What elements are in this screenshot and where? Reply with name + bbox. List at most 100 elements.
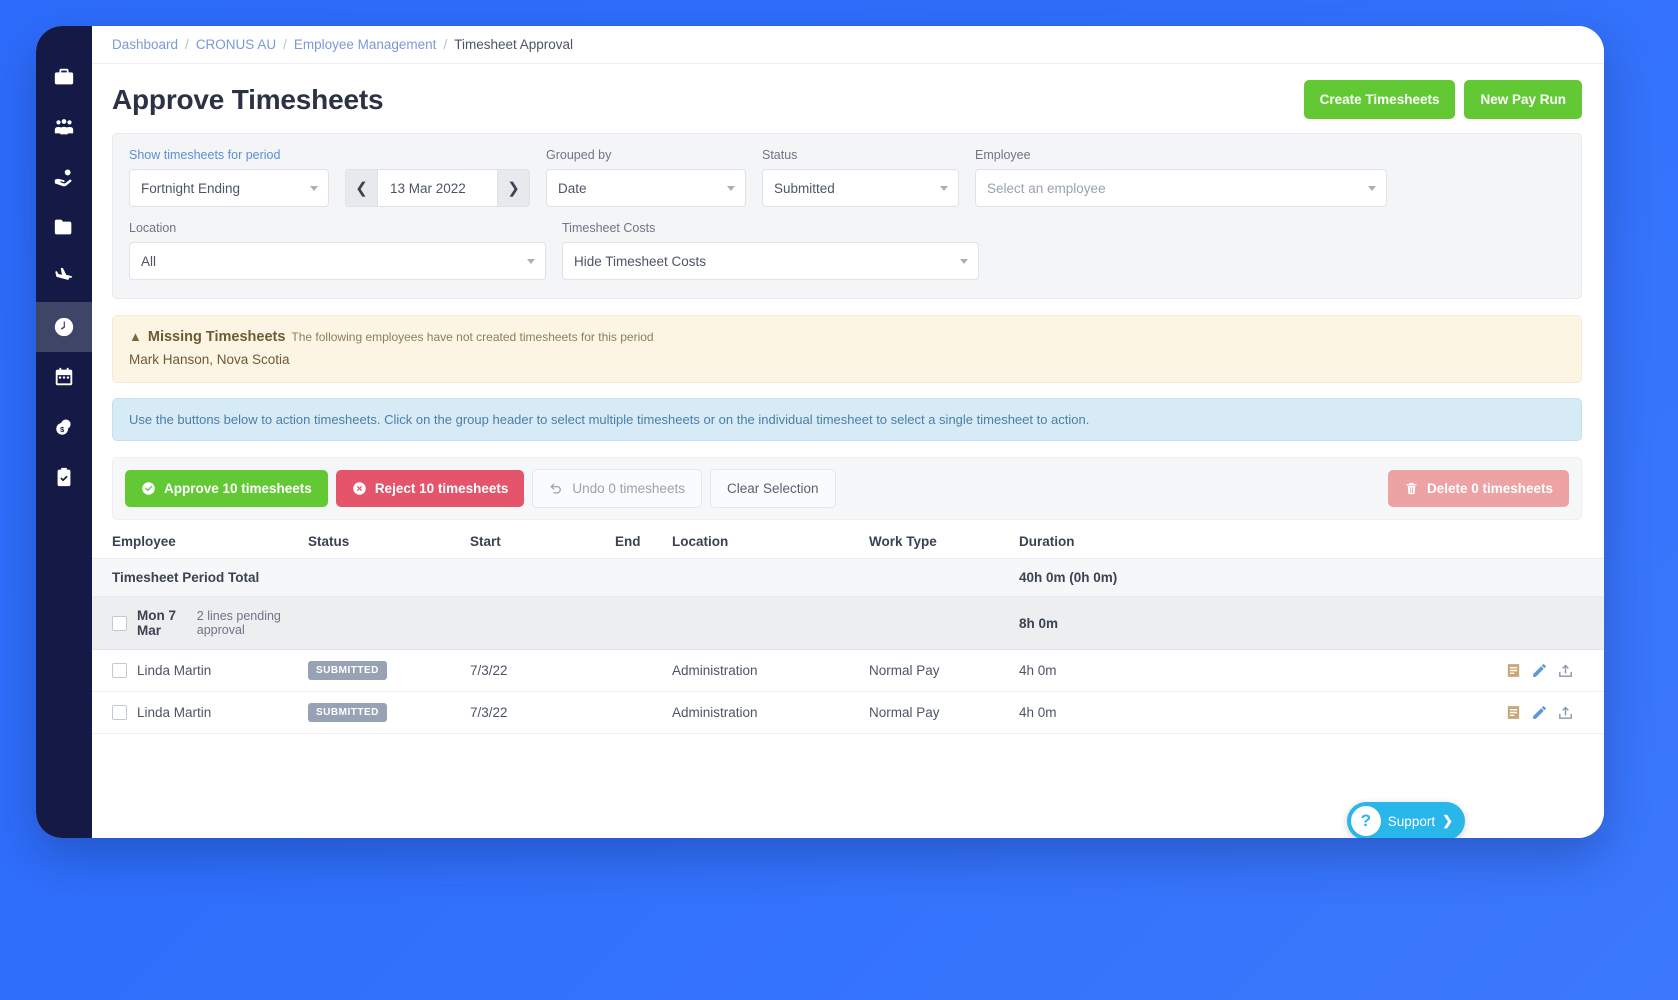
breadcrumb-item-current: Timesheet Approval: [454, 37, 573, 52]
status-badge: SUBMITTED: [308, 703, 387, 722]
row-work-type: Normal Pay: [869, 663, 1019, 678]
column-header-location: Location: [672, 534, 869, 549]
delete-timesheets-button[interactable]: Delete 0 timesheets: [1388, 470, 1569, 507]
filter-panel: Show timesheets for period Fortnight End…: [112, 133, 1582, 299]
column-header-end: End: [615, 534, 672, 549]
chevron-down-icon: [1368, 186, 1376, 191]
note-icon[interactable]: [1505, 662, 1522, 679]
employee-select[interactable]: Select an employee: [975, 169, 1387, 207]
dollar-coin-icon: $: [53, 416, 75, 438]
row-select-checkbox[interactable]: [112, 663, 127, 678]
sidebar-item-payroll[interactable]: $: [36, 402, 92, 452]
bulk-action-bar: Approve 10 timesheets Reject 10 timeshee…: [112, 457, 1582, 520]
row-employee-name: Linda Martin: [137, 663, 211, 678]
undo-timesheets-button[interactable]: Undo 0 timesheets: [532, 469, 702, 508]
svg-text:$: $: [60, 425, 64, 434]
location-filter-group: Location All: [129, 221, 546, 280]
info-banner: Use the buttons below to action timeshee…: [112, 398, 1582, 441]
row-work-type: Normal Pay: [869, 705, 1019, 720]
new-pay-run-button[interactable]: New Pay Run: [1464, 80, 1582, 119]
costs-select[interactable]: Hide Timesheet Costs: [562, 242, 979, 280]
page-title: Approve Timesheets: [112, 84, 383, 116]
clear-selection-button[interactable]: Clear Selection: [710, 469, 836, 508]
next-period-button[interactable]: ❯: [498, 169, 530, 207]
alert-title-row: ▲ Missing Timesheets The following emplo…: [129, 329, 1565, 345]
grouped-by-filter-group: Grouped by Date: [546, 148, 746, 207]
note-icon[interactable]: [1505, 704, 1522, 721]
chevron-down-icon: [960, 259, 968, 264]
date-navigator: ❮ 13 Mar 2022 ❯: [345, 169, 530, 207]
location-value: All: [141, 254, 156, 269]
timesheet-period-total-row: Timesheet Period Total 40h 0m (0h 0m): [92, 559, 1604, 597]
sidebar-item-tasks[interactable]: [36, 452, 92, 502]
group-duration: 8h 0m: [1019, 616, 1209, 631]
sidebar-item-timesheets[interactable]: [36, 302, 92, 352]
date-nav-group: ❮ 13 Mar 2022 ❯: [345, 148, 530, 207]
edit-pencil-icon[interactable]: [1531, 704, 1548, 721]
clipboard-check-icon: [53, 466, 75, 488]
grouped-by-select[interactable]: Date: [546, 169, 746, 207]
delete-button-label: Delete 0 timesheets: [1427, 481, 1553, 496]
row-status-cell: SUBMITTED: [308, 661, 470, 680]
reject-button-label: Reject 10 timesheets: [375, 481, 509, 496]
create-timesheets-button[interactable]: Create Timesheets: [1304, 80, 1456, 119]
row-duration: 4h 0m: [1019, 705, 1209, 720]
warning-triangle-icon: ▲: [129, 329, 142, 344]
location-select[interactable]: All: [129, 242, 546, 280]
sidebar-item-travel[interactable]: [36, 252, 92, 302]
group-header-cell: Mon 7 Mar 2 lines pending approval: [112, 608, 308, 638]
check-circle-icon: [141, 481, 156, 496]
support-widget[interactable]: ? Support ❯: [1347, 802, 1465, 838]
row-location: Administration: [672, 663, 869, 678]
row-start: 7/3/22: [470, 663, 615, 678]
trash-icon: [1404, 481, 1419, 496]
row-select-checkbox[interactable]: [112, 705, 127, 720]
sidebar-item-people[interactable]: [36, 102, 92, 152]
table-header-row: Employee Status Start End Location Work …: [92, 534, 1604, 559]
upload-icon[interactable]: [1557, 662, 1574, 679]
date-nav-label: [345, 148, 530, 162]
row-location: Administration: [672, 705, 869, 720]
sidebar-item-calendar[interactable]: [36, 352, 92, 402]
group-subtext: 2 lines pending approval: [197, 609, 308, 637]
breadcrumb: Dashboard / CRONUS AU / Employee Managem…: [92, 26, 1604, 64]
status-filter-group: Status Submitted: [762, 148, 959, 207]
column-header-start: Start: [470, 534, 615, 549]
approve-button-label: Approve 10 timesheets: [164, 481, 312, 496]
reject-timesheets-button[interactable]: Reject 10 timesheets: [336, 470, 525, 507]
breadcrumb-separator: /: [283, 37, 287, 52]
approve-timesheets-button[interactable]: Approve 10 timesheets: [125, 470, 328, 507]
sidebar: $: [36, 26, 92, 838]
support-label: Support: [1388, 814, 1435, 829]
table-row[interactable]: Linda Martin SUBMITTED 7/3/22 Administra…: [92, 650, 1604, 692]
status-select[interactable]: Submitted: [762, 169, 959, 207]
chevron-down-icon: [310, 186, 318, 191]
breadcrumb-separator: /: [185, 37, 189, 52]
group-select-checkbox[interactable]: [112, 616, 127, 631]
period-select-value: Fortnight Ending: [141, 181, 240, 196]
costs-filter-group: Timesheet Costs Hide Timesheet Costs: [562, 221, 979, 280]
total-row-duration: 40h 0m (0h 0m): [1019, 570, 1209, 585]
breadcrumb-item-employee-management[interactable]: Employee Management: [294, 37, 437, 52]
period-filter-label: Show timesheets for period: [129, 148, 329, 162]
table-group-header[interactable]: Mon 7 Mar 2 lines pending approval 8h 0m: [92, 597, 1604, 650]
breadcrumb-item-company[interactable]: CRONUS AU: [196, 37, 276, 52]
sidebar-item-briefcase[interactable]: [36, 52, 92, 102]
grouped-by-value: Date: [558, 181, 587, 196]
sidebar-item-folder[interactable]: [36, 202, 92, 252]
period-filter-group: Show timesheets for period Fortnight End…: [129, 148, 329, 207]
row-status-cell: SUBMITTED: [308, 703, 470, 722]
breadcrumb-item-dashboard[interactable]: Dashboard: [112, 37, 178, 52]
briefcase-icon: [53, 66, 75, 88]
column-header-work-type: Work Type: [869, 534, 1019, 549]
hand-coin-icon: [53, 166, 75, 188]
period-select[interactable]: Fortnight Ending: [129, 169, 329, 207]
table-row[interactable]: Linda Martin SUBMITTED 7/3/22 Administra…: [92, 692, 1604, 734]
row-actions: [1209, 662, 1582, 679]
edit-pencil-icon[interactable]: [1531, 662, 1548, 679]
sidebar-item-payments[interactable]: [36, 152, 92, 202]
prev-period-button[interactable]: ❮: [345, 169, 377, 207]
upload-icon[interactable]: [1557, 704, 1574, 721]
date-value[interactable]: 13 Mar 2022: [377, 169, 498, 207]
column-header-status: Status: [308, 534, 470, 549]
